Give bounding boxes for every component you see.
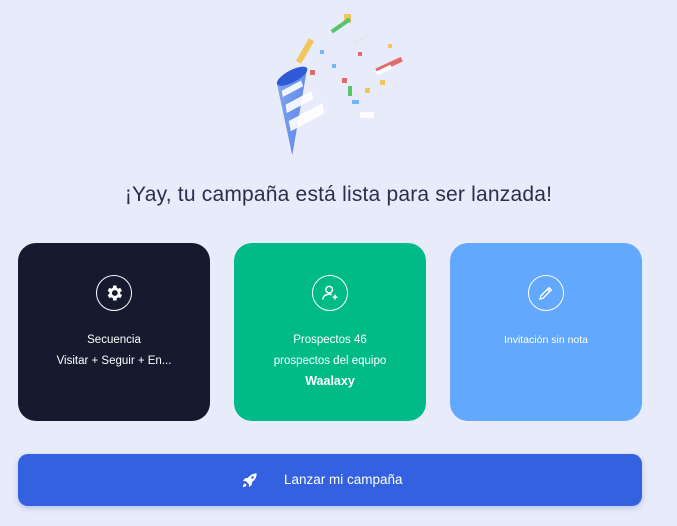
invitation-label: Invitación sin nota — [503, 334, 589, 346]
invitation-card[interactable]: Invitación sin nota — [450, 243, 642, 421]
prospects-card[interactable]: Prospectos 46 prospectos del equipo Waal… — [234, 243, 426, 421]
prospects-source: prospectos del equipo — [273, 355, 387, 367]
sequence-title: Secuencia — [87, 334, 141, 346]
user-plus-icon — [312, 275, 348, 311]
prospects-team: Waalaxy — [305, 374, 355, 388]
launch-campaign-label: Lanzar mi campaña — [284, 472, 403, 487]
party-popper-illustration — [240, 8, 430, 158]
rocket-icon — [240, 470, 260, 490]
gear-icon — [96, 275, 132, 311]
sequence-steps: Visitar + Seguir + En... — [56, 355, 172, 367]
launch-campaign-button[interactable]: Lanzar mi campaña — [18, 454, 642, 506]
prospects-count: Prospectos 46 — [293, 334, 367, 346]
pencil-icon — [528, 275, 564, 311]
page-title: ¡Yay, tu campaña está lista para ser lan… — [124, 183, 553, 206]
sequence-card[interactable]: Secuencia Visitar + Seguir + En... — [18, 243, 210, 421]
